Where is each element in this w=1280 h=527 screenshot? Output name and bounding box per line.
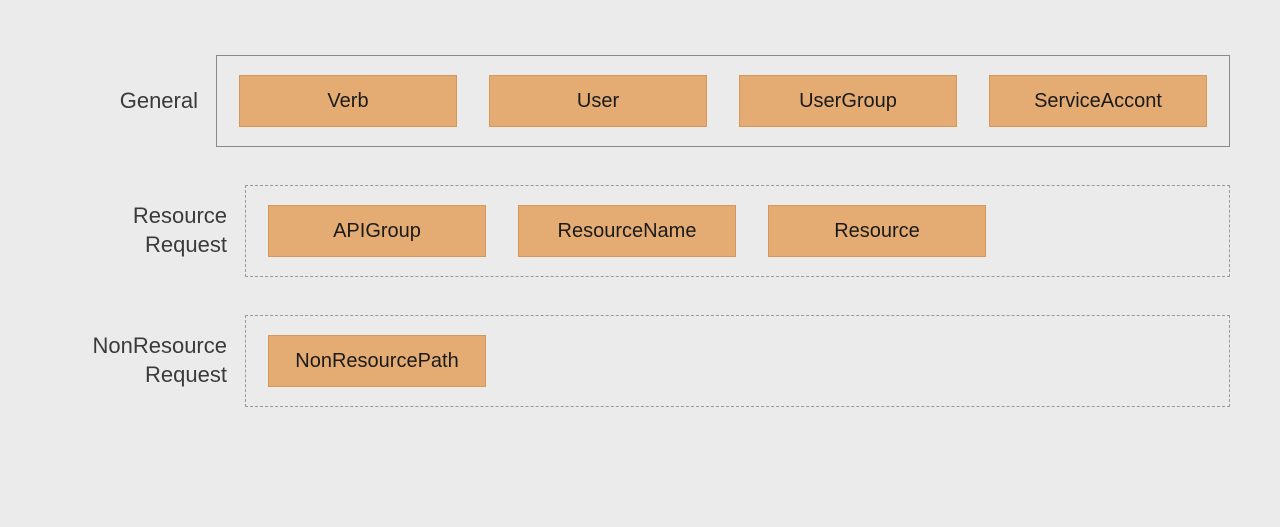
row-label-nonresource-request-line1: NonResource bbox=[92, 333, 227, 358]
chip-usergroup: UserGroup bbox=[739, 75, 957, 127]
row-label-resource-request-line2: Request bbox=[145, 232, 227, 257]
chip-verb: Verb bbox=[239, 75, 457, 127]
group-resource-request: APIGroup ResourceName Resource bbox=[245, 185, 1230, 277]
row-general: General Verb User UserGroup ServiceAccon… bbox=[50, 55, 1230, 147]
row-resource-request: Resource Request APIGroup ResourceName R… bbox=[50, 185, 1230, 277]
row-label-resource-request-line1: Resource bbox=[133, 203, 227, 228]
row-nonresource-request: NonResource Request NonResourcePath bbox=[50, 315, 1230, 407]
row-label-nonresource-request-line2: Request bbox=[145, 362, 227, 387]
row-label-nonresource-request: NonResource Request bbox=[50, 332, 245, 389]
row-label-general: General bbox=[50, 87, 216, 116]
group-general: Verb User UserGroup ServiceAccont bbox=[216, 55, 1230, 147]
chip-resourcename: ResourceName bbox=[518, 205, 736, 257]
chip-nonresourcepath: NonResourcePath bbox=[268, 335, 486, 387]
chip-resource: Resource bbox=[768, 205, 986, 257]
chip-user: User bbox=[489, 75, 707, 127]
group-nonresource-request: NonResourcePath bbox=[245, 315, 1230, 407]
chip-apigroup: APIGroup bbox=[268, 205, 486, 257]
chip-serviceaccount: ServiceAccont bbox=[989, 75, 1207, 127]
row-label-resource-request: Resource Request bbox=[50, 202, 245, 259]
